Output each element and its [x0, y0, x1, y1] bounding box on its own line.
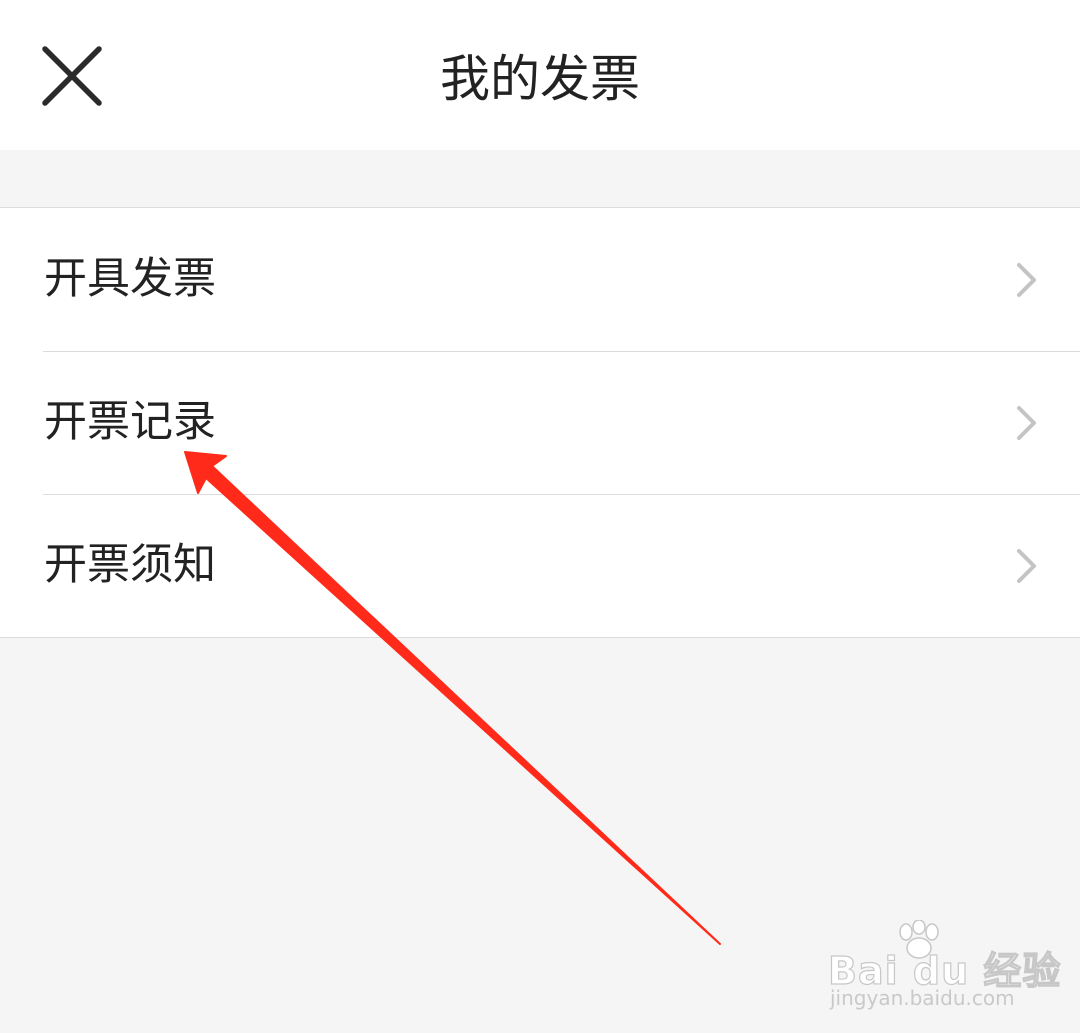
watermark-url: jingyan.baidu.com: [830, 986, 1015, 1010]
paw-icon: [899, 920, 939, 959]
watermark-brand: Bai du 经验: [827, 948, 1062, 993]
page-title: 我的发票: [440, 50, 640, 108]
chevron-right-icon: [1017, 548, 1036, 583]
chevron-right-icon: [1017, 262, 1036, 297]
top-bar: 我的发票: [0, 0, 1080, 150]
invoice-menu-list: 开具发票 开票记录 开票须知: [0, 207, 1080, 638]
chevron-right-icon: [1017, 405, 1036, 440]
menu-item-label: 开票须知: [44, 540, 216, 590]
baidu-jingyan-watermark: Bai du 经验 jingyan.baidu.com: [827, 920, 1061, 1010]
menu-item-issue-invoice[interactable]: 开具发票: [0, 208, 1080, 351]
menu-item-label: 开具发票: [44, 254, 216, 304]
menu-item-invoice-records[interactable]: 开票记录: [0, 351, 1080, 494]
menu-item-invoice-notice[interactable]: 开票须知: [0, 494, 1080, 637]
menu-item-label: 开票记录: [44, 397, 216, 447]
